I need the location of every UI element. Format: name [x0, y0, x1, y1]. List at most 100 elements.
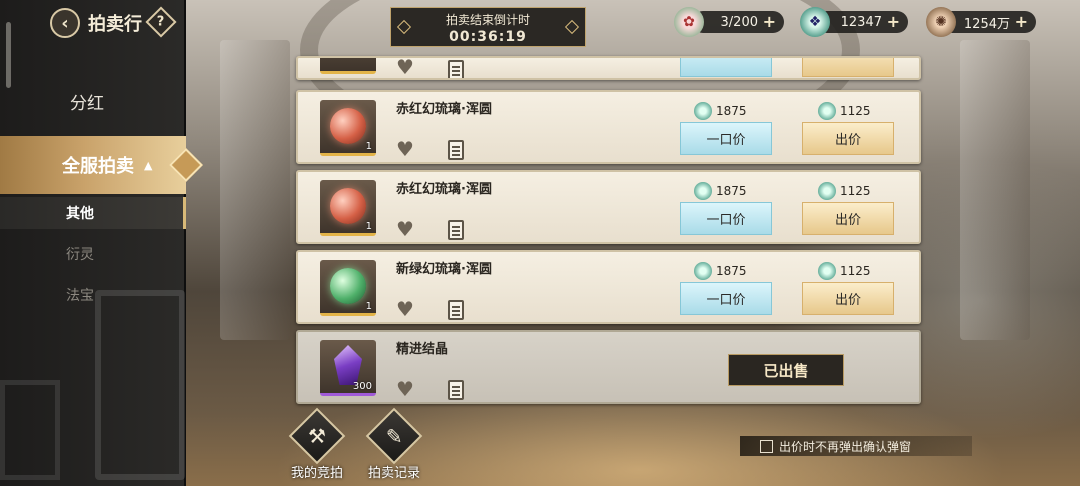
records-scroll-icon: ✎ [365, 407, 423, 465]
auction-countdown: 拍卖结束倒计时 00:36:19 [390, 7, 586, 47]
add-icon[interactable]: + [763, 12, 776, 31]
jade-icon [694, 182, 712, 200]
favorite-heart-icon[interactable]: ♥ [396, 378, 418, 400]
sidebar-item-label: 全服拍卖 [62, 156, 134, 177]
item-name: 赤红幻琉璃·浑圆 [396, 102, 492, 117]
jade-icon [818, 182, 836, 200]
sidebar-item-label: 分红 [70, 93, 104, 114]
jade-icon [818, 262, 836, 280]
jade-icon [694, 262, 712, 280]
chevron-up-icon: ▲ [144, 158, 153, 172]
bid-price: 1125 [818, 182, 871, 200]
bid-button[interactable]: 出价 [802, 282, 894, 315]
sidebar: ‹ 拍卖行 ? 分红 全服拍卖 ▲ 其他 衍灵 法宝 [0, 0, 203, 486]
purple-crystal-icon [334, 345, 362, 385]
bid-button[interactable] [802, 58, 894, 77]
bid-button[interactable]: 出价 [802, 202, 894, 235]
details-document-icon[interactable] [448, 220, 464, 240]
background-pillar [960, 40, 1030, 340]
copper-coin-icon: ✺ [926, 7, 956, 37]
details-document-icon[interactable] [448, 60, 464, 78]
buyout-price: 1875 [694, 102, 747, 120]
stamina-icon: ✿ [674, 7, 704, 37]
item-name: 赤红幻琉璃·浑圆 [396, 182, 492, 197]
my-bids-button[interactable]: ⚒ 我的竞拍 [285, 407, 349, 481]
resource-stamina: 3/200 + [692, 11, 784, 33]
back-button[interactable]: ‹ [50, 8, 80, 38]
buyout-price: 1875 [694, 262, 747, 280]
item-icon[interactable]: ✦ 1 [320, 180, 376, 236]
add-icon[interactable]: + [1015, 12, 1028, 31]
sidebar-decoration [0, 380, 60, 480]
buyout-button[interactable]: 一口价 [680, 202, 772, 235]
listing-card: 1 赤红幻琉璃·浑圆 ♥ 1875 1125 一口价 出价 [296, 90, 921, 164]
listing-card: ✦ 1 赤红幻琉璃·浑圆 ♥ 1875 1125 一口价 出价 [296, 170, 921, 244]
buyout-button[interactable] [680, 58, 772, 77]
favorite-heart-icon[interactable]: ♥ [396, 58, 418, 78]
price-value: 1875 [716, 264, 747, 278]
listing-card-sold: 300 精进结晶 ♥ 已出售 [296, 330, 921, 404]
item-icon[interactable]: ✦ 1 [320, 260, 376, 316]
skip-confirm-label: 出价时不再弹出确认弹窗 [779, 439, 912, 454]
sidebar-item-server-auction[interactable]: 全服拍卖 ▲ [0, 136, 203, 194]
item-quantity: 1 [365, 221, 372, 232]
countdown-time: 00:36:19 [449, 29, 527, 45]
item-quantity: 300 [352, 381, 372, 392]
item-icon[interactable]: 1 [320, 100, 376, 156]
auction-records-button[interactable]: ✎ 拍卖记录 [362, 407, 426, 481]
favorite-heart-icon[interactable]: ♥ [396, 218, 418, 240]
favorite-heart-icon[interactable]: ♥ [396, 138, 418, 160]
countdown-label: 拍卖结束倒计时 [445, 13, 530, 27]
item-quantity: 1 [365, 141, 372, 152]
edge-handle [6, 22, 11, 88]
bid-price: 1125 [818, 262, 871, 280]
sidebar-item-dividends[interactable]: 分红 [0, 84, 186, 118]
skip-confirm-option[interactable]: 出价时不再弹出确认弹窗 [740, 436, 972, 456]
jade-icon [694, 102, 712, 120]
item-name: 精进结晶 [396, 342, 449, 357]
red-glass-orb-icon [330, 108, 366, 144]
my-bids-label: 我的竞拍 [290, 466, 343, 481]
price-value: 1125 [840, 264, 871, 278]
price-value: 1125 [840, 184, 871, 198]
resource-value: 1254万 [963, 16, 1010, 32]
background-pillar [220, 40, 290, 340]
auction-hammer-icon: ⚒ [288, 407, 346, 465]
price-value: 1875 [716, 104, 747, 118]
listing-card-partial: ♥ [296, 56, 921, 80]
details-document-icon[interactable] [448, 380, 464, 400]
buyout-button[interactable]: 一口价 [680, 282, 772, 315]
sidebar-decoration [95, 290, 185, 480]
help-button[interactable]: ? [145, 6, 177, 38]
add-icon[interactable]: + [887, 12, 900, 31]
price-value: 1875 [716, 184, 747, 198]
sold-badge: 已出售 [728, 354, 844, 386]
bid-button[interactable]: 出价 [802, 122, 894, 155]
item-icon[interactable] [320, 58, 376, 74]
bid-price: 1125 [818, 102, 871, 120]
page-title: 拍卖行 [88, 14, 142, 35]
skip-confirm-checkbox[interactable] [760, 439, 773, 453]
item-icon[interactable]: 300 [320, 340, 376, 396]
help-icon: ? [157, 14, 165, 30]
details-document-icon[interactable] [448, 140, 464, 160]
auction-records-label: 拍卖记录 [367, 466, 420, 481]
buyout-button[interactable]: 一口价 [680, 122, 772, 155]
resource-value: 3/200 [720, 14, 758, 30]
jade-icon [818, 102, 836, 120]
item-name: 新绿幻琉璃·浑圆 [396, 262, 492, 277]
jade-icon: ❖ [800, 7, 830, 37]
red-glass-orb-icon [330, 188, 366, 224]
favorite-heart-icon[interactable]: ♥ [396, 298, 418, 320]
sidebar-subitem-artifact[interactable]: 法宝 [0, 279, 186, 311]
sidebar-subitem-yanling[interactable]: 衍灵 [0, 238, 186, 270]
price-value: 1125 [840, 104, 871, 118]
back-arrow-icon: ‹ [61, 12, 69, 34]
buyout-price: 1875 [694, 182, 747, 200]
sidebar-subitem-other[interactable]: 其他 [0, 197, 186, 229]
sidebar-item-label: 法宝 [66, 288, 94, 304]
details-document-icon[interactable] [448, 300, 464, 320]
listing-card: ✦ 1 新绿幻琉璃·浑圆 ♥ 1875 1125 一口价 出价 [296, 250, 921, 324]
resource-value: 12347 [840, 14, 882, 30]
sidebar-item-label: 其他 [66, 206, 94, 222]
